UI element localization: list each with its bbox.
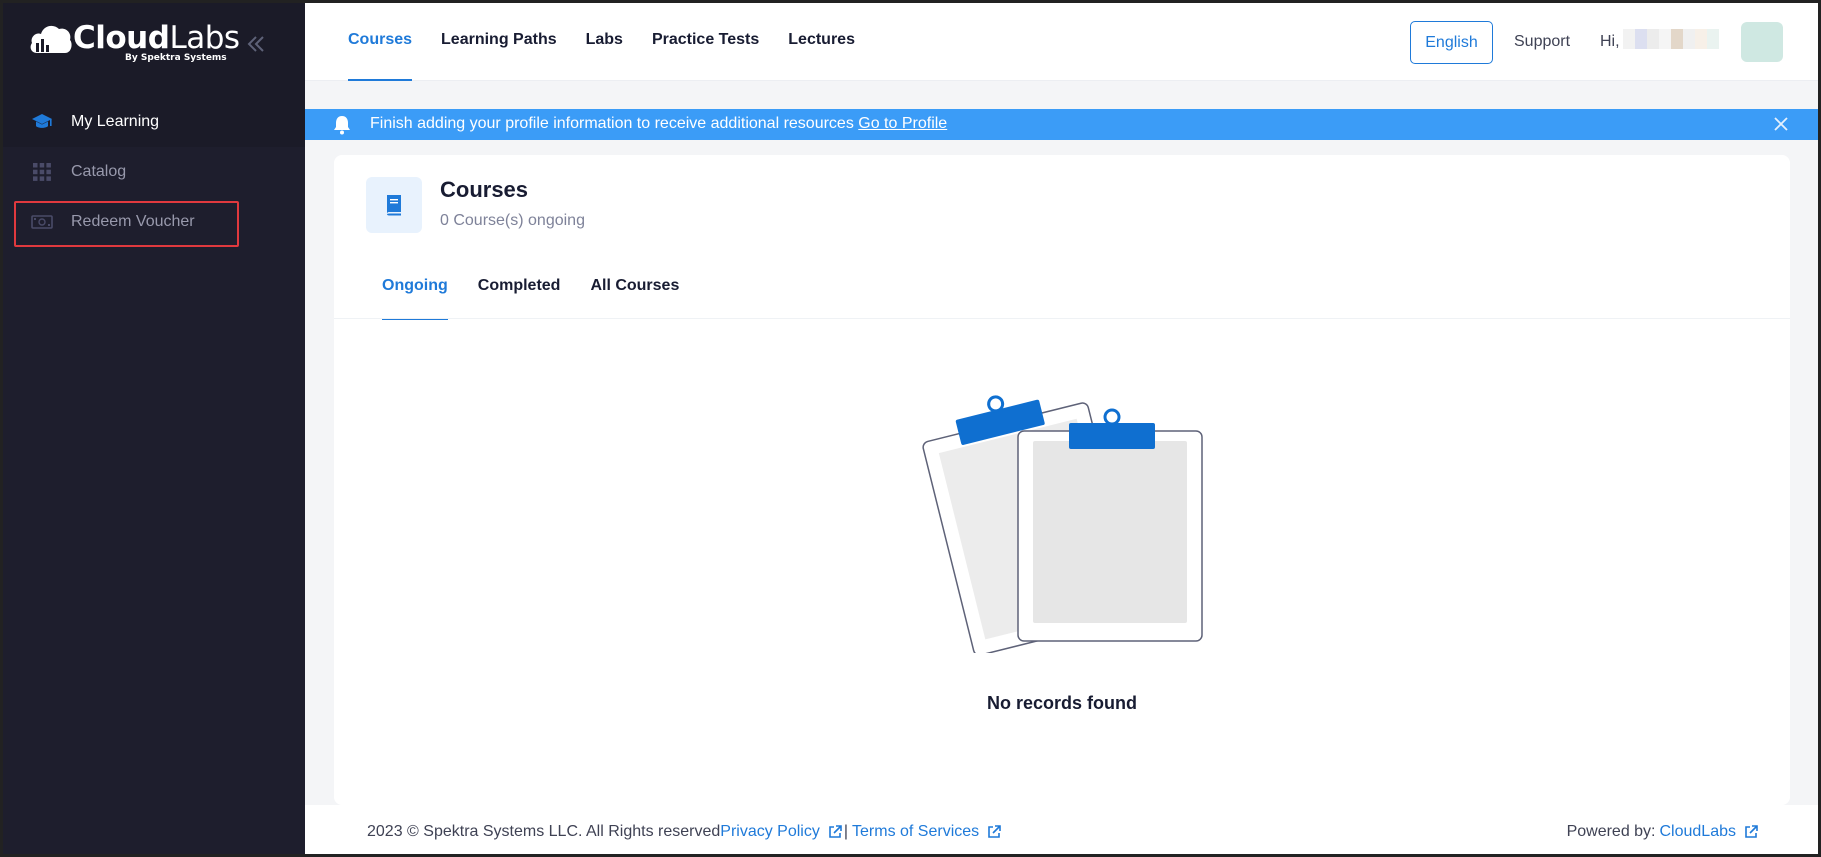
support-link[interactable]: Support (1514, 33, 1570, 51)
close-icon[interactable] (1774, 117, 1788, 131)
tab-completed[interactable]: Completed (478, 255, 561, 320)
tab-ongoing[interactable]: Ongoing (382, 255, 448, 320)
cloudlabs-link[interactable]: CloudLabs (1660, 823, 1737, 841)
logo-area: CloudLabs By Spektra Systems (3, 3, 305, 97)
courses-card: Courses 0 Course(s) ongoing Ongoing Comp… (334, 155, 1790, 805)
nav-labs[interactable]: Labs (586, 3, 623, 81)
nav-practice-tests[interactable]: Practice Tests (652, 3, 759, 81)
app-window: CloudLabs By Spektra Systems My Learning… (0, 0, 1821, 857)
collapse-sidebar-icon[interactable] (243, 31, 269, 57)
highlight-annotation (14, 201, 239, 247)
book-icon (366, 177, 422, 233)
cloud-logo-icon (30, 25, 72, 53)
notice-text: Finish adding your profile information t… (370, 115, 947, 133)
tab-all-courses[interactable]: All Courses (590, 255, 679, 320)
cloudlabs-logo[interactable]: CloudLabs By Spektra Systems (29, 19, 240, 63)
external-link-icon[interactable] (987, 825, 1001, 839)
privacy-policy-link[interactable]: Privacy Policy (720, 823, 820, 841)
footer: 2023 © Spektra Systems LLC. All Rights r… (305, 805, 1818, 854)
top-header: Courses Learning Paths Labs Practice Tes… (305, 3, 1818, 81)
sidebar: CloudLabs By Spektra Systems My Learning… (3, 3, 305, 854)
logo-wordmark: CloudLabs (73, 20, 240, 56)
page-title: Courses (440, 177, 529, 202)
redacted-username (1623, 29, 1719, 49)
course-tabs: Ongoing Completed All Courses (382, 255, 709, 320)
sidebar-item-label: Catalog (71, 163, 127, 180)
logo-tagline: By Spektra Systems (125, 53, 227, 63)
external-link-icon[interactable] (1744, 825, 1758, 839)
empty-state-message: No records found (986, 693, 1137, 713)
footer-separator: | (843, 823, 849, 840)
footer-right: Powered by: CloudLabs (1567, 823, 1760, 841)
graduation-cap-icon (31, 111, 53, 133)
nav-lectures[interactable]: Lectures (788, 3, 855, 81)
sidebar-item-catalog[interactable]: Catalog (3, 147, 305, 197)
empty-clipboard-icon (922, 395, 1203, 653)
avatar[interactable] (1741, 22, 1783, 62)
sidebar-item-label: My Learning (71, 113, 160, 130)
top-nav: Courses Learning Paths Labs Practice Tes… (348, 3, 884, 81)
tabs-divider (334, 318, 1790, 319)
footer-left: 2023 © Spektra Systems LLC. All Rights r… (367, 823, 1003, 841)
sidebar-item-my-learning[interactable]: My Learning (3, 97, 305, 147)
copyright-text: 2023 © Spektra Systems LLC. All Rights r… (367, 823, 721, 840)
profile-notice-bar: Finish adding your profile information t… (305, 109, 1818, 140)
external-link-icon[interactable] (828, 825, 842, 839)
bell-icon (334, 116, 350, 135)
language-button[interactable]: English (1410, 21, 1493, 64)
grid-icon (31, 161, 53, 183)
powered-by-label: Powered by: (1566, 823, 1656, 840)
terms-of-services-link[interactable]: Terms of Services (852, 823, 979, 841)
courses-count: 0 Course(s) ongoing (440, 212, 585, 229)
go-to-profile-link[interactable]: Go to Profile (858, 115, 947, 132)
nav-courses[interactable]: Courses (348, 3, 413, 81)
notice-message: Finish adding your profile information t… (370, 115, 859, 132)
nav-learning-paths[interactable]: Learning Paths (441, 3, 557, 81)
